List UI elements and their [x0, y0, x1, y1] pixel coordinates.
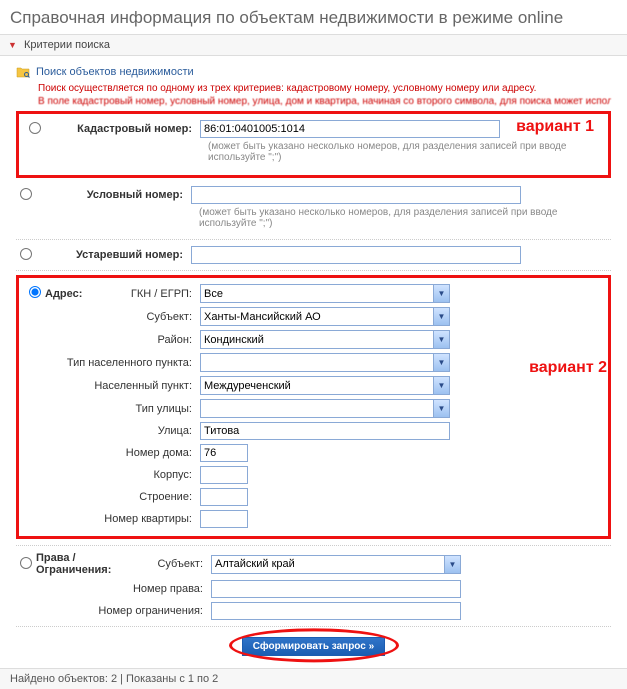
structure-label: Строение:	[25, 491, 200, 503]
flat-input[interactable]	[200, 510, 248, 528]
cadastral-hint: (может быть указано несколько номеров, д…	[25, 140, 602, 169]
limit-no-label: Номер ограничения:	[16, 605, 211, 617]
house-input[interactable]	[200, 444, 248, 462]
conditional-label: Условный номер:	[36, 189, 191, 201]
cadastral-radio[interactable]	[29, 122, 41, 134]
district-label: Район:	[25, 334, 200, 346]
variant-2-label: вариант 2	[529, 359, 607, 377]
variant-1-label: вариант 1	[516, 118, 594, 136]
building-input[interactable]	[200, 466, 248, 484]
rights-radio[interactable]	[20, 557, 32, 569]
criteria-header-bar: ▼ Критерии поиска	[0, 34, 627, 56]
divider	[16, 239, 611, 240]
cadastral-label: Кадастровый номер:	[45, 123, 200, 135]
address-radio[interactable]	[29, 286, 41, 298]
street-label: Улица:	[25, 425, 200, 437]
subject-select[interactable]	[200, 307, 450, 326]
highlight-variant-1: вариант 1 Кадастровый номер: (может быть…	[16, 111, 611, 178]
criteria-header-label: Критерии поиска	[24, 39, 110, 51]
divider	[16, 626, 611, 627]
gkn-select[interactable]	[200, 284, 450, 303]
rights-label: Права / Ограничения:	[36, 552, 156, 576]
page-title: Справочная информация по объектам недвиж…	[0, 0, 627, 34]
right-no-input[interactable]	[211, 580, 461, 598]
settlement-type-select[interactable]	[200, 353, 450, 372]
subject-label: Субъект:	[25, 311, 200, 323]
rights-subject-label: Субъект:	[156, 558, 211, 570]
settlement-label: Населенный пункт:	[25, 380, 200, 392]
street-input[interactable]	[200, 422, 450, 440]
gkn-label: ГКН / ЕГРП:	[95, 288, 200, 300]
divider	[16, 545, 611, 546]
search-note: Поиск осуществляется по одному из трех к…	[16, 81, 611, 96]
divider	[16, 270, 611, 271]
district-select[interactable]	[200, 330, 450, 349]
results-footer: Найдено объектов: 2 | Показаны с 1 по 2	[0, 668, 627, 689]
limit-no-input[interactable]	[211, 602, 461, 620]
search-note-2: В поле кадастровый номер, условный номер…	[16, 96, 611, 109]
search-panel: Поиск объектов недвижимости Поиск осущес…	[0, 56, 627, 668]
collapse-icon[interactable]: ▼	[8, 40, 17, 50]
cadastral-input[interactable]	[200, 120, 500, 138]
old-number-radio[interactable]	[20, 248, 32, 260]
submit-area: Сформировать запрос »	[16, 631, 611, 660]
structure-input[interactable]	[200, 488, 248, 506]
search-header-label: Поиск объектов недвижимости	[36, 66, 194, 78]
old-number-label: Устаревший номер:	[36, 249, 191, 261]
house-label: Номер дома:	[25, 447, 200, 459]
old-number-input[interactable]	[191, 246, 521, 264]
building-label: Корпус:	[25, 469, 200, 481]
settlement-type-label: Тип населенного пункта:	[25, 357, 200, 369]
highlight-variant-2: Адрес: ГКН / ЕГРП: ▼ Субъект: ▼ Район: ▼…	[16, 275, 611, 539]
right-no-label: Номер права:	[16, 583, 211, 595]
search-header: Поиск объектов недвижимости	[16, 62, 611, 81]
street-type-select[interactable]	[200, 399, 450, 418]
conditional-radio[interactable]	[20, 188, 32, 200]
street-type-label: Тип улицы:	[25, 403, 200, 415]
flat-label: Номер квартиры:	[25, 513, 200, 525]
address-label: Адрес:	[45, 288, 95, 300]
settlement-select[interactable]	[200, 376, 450, 395]
conditional-input[interactable]	[191, 186, 521, 204]
folder-search-icon	[16, 66, 30, 78]
rights-subject-select[interactable]	[211, 555, 461, 574]
submit-button[interactable]: Сформировать запрос »	[242, 637, 385, 656]
conditional-hint: (может быть указано несколько номеров, д…	[16, 206, 611, 235]
